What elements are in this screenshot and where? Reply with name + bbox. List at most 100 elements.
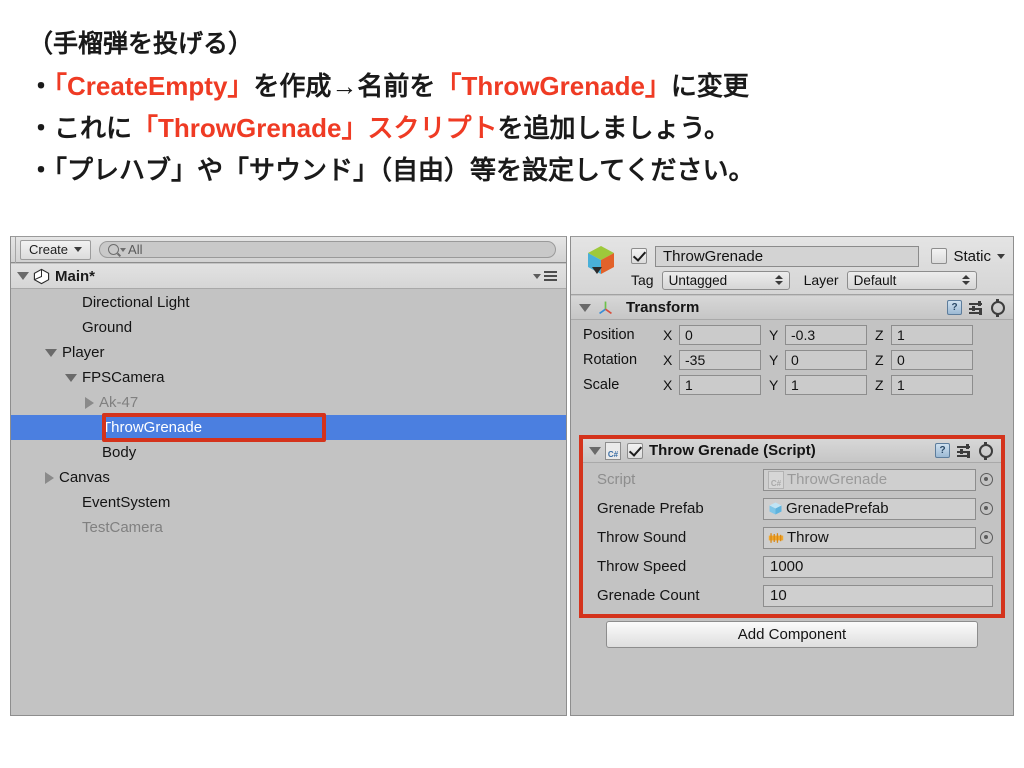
- transform-header[interactable]: Transform ?: [571, 296, 1013, 320]
- chevron-down-icon[interactable]: [45, 348, 57, 357]
- transform-header-icons: ?: [947, 298, 1005, 317]
- chevron-right-icon[interactable]: [85, 396, 94, 409]
- chevron-down-icon[interactable]: [17, 272, 29, 280]
- layer-value: Default: [853, 272, 897, 288]
- slide-text-segment: に変更: [670, 70, 749, 101]
- object-picker-icon[interactable]: [980, 473, 993, 486]
- object-picker-icon[interactable]: [980, 502, 993, 515]
- preset-icon[interactable]: [969, 300, 984, 315]
- unity-editor-window: Create All Main* Directional Light Ground…: [10, 236, 1014, 716]
- unity-logo-icon: [33, 268, 50, 284]
- tag-dropdown[interactable]: Untagged: [661, 270, 790, 290]
- transform-position-z-field[interactable]: 1: [891, 324, 973, 345]
- slide-line-3: ・これに「ThrowGrenade」スクリプトを追加しましょう。: [28, 107, 998, 149]
- slide-text-segment: ・: [28, 70, 55, 101]
- script-field-label: Throw Speed: [597, 558, 687, 575]
- script-field-value-throw-sound[interactable]: Throw: [763, 526, 976, 549]
- script-field-label: Script: [597, 471, 636, 488]
- script-field-throw-speed: Throw Speed 1000: [583, 552, 1001, 581]
- gameobject-name-field[interactable]: ThrowGrenade: [655, 245, 920, 267]
- chevron-down-icon[interactable]: [65, 373, 77, 382]
- hierarchy-item-label: EventSystem: [82, 494, 171, 511]
- script-field-text: 1000: [770, 558, 804, 575]
- tag-layer-row: Tag Untagged Layer Default: [631, 270, 1005, 290]
- script-field-text: ThrowGrenade: [787, 471, 888, 488]
- hierarchy-panel: Create All Main* Directional Light Ground…: [10, 236, 567, 716]
- script-field-script: Script C# ThrowGrenade: [583, 465, 1001, 494]
- static-checkbox[interactable]: [931, 248, 948, 264]
- script-field-label: Grenade Count: [597, 587, 700, 604]
- stepper-arrows-icon: [961, 275, 970, 285]
- gameobject-name-row: ThrowGrenade Static: [631, 245, 1005, 267]
- transform-component: Transform ? Position X 0 Y -0.3 Z 1 Rotation X -3…: [571, 296, 1013, 401]
- preset-icon[interactable]: [957, 443, 972, 458]
- gameobject-cube-icon: [588, 246, 614, 274]
- transform-row-position: Position X 0 Y -0.3 Z 1: [571, 322, 1013, 347]
- script-field-grenade-count: Grenade Count 10: [583, 581, 1001, 610]
- hierarchy-item-testcamera[interactable]: TestCamera: [11, 515, 566, 540]
- script-field-value-throw-speed[interactable]: 1000: [763, 555, 993, 578]
- hierarchy-item-list: Directional Light Ground Player FPSCamera Ak…: [11, 290, 566, 715]
- transform-scale-y-field[interactable]: 1: [785, 374, 867, 395]
- inspector-panel: ThrowGrenade Static Tag Untagged Layer D…: [570, 236, 1014, 716]
- add-component-row: Add Component: [571, 621, 1013, 648]
- hierarchy-item-directional-light[interactable]: Directional Light: [11, 290, 566, 315]
- hierarchy-item-label: TestCamera: [82, 519, 163, 536]
- add-component-button[interactable]: Add Component: [606, 621, 978, 648]
- help-icon[interactable]: ?: [947, 300, 962, 315]
- hierarchy-item-body[interactable]: Body: [11, 440, 566, 465]
- transform-rotation-z-field[interactable]: 0: [891, 349, 973, 370]
- script-header[interactable]: C# Throw Grenade (Script) ?: [583, 439, 1001, 463]
- scene-root-row[interactable]: Main*: [11, 264, 566, 289]
- hierarchy-item-canvas[interactable]: Canvas: [11, 465, 566, 490]
- hierarchy-item-ground[interactable]: Ground: [11, 315, 566, 340]
- transform-rotation-y-field[interactable]: 0: [785, 349, 867, 370]
- layer-dropdown[interactable]: Default: [846, 270, 977, 290]
- search-placeholder-text: All: [128, 242, 143, 257]
- script-field-value-grenade-count[interactable]: 10: [763, 584, 993, 607]
- script-enabled-checkbox[interactable]: [627, 442, 643, 459]
- hierarchy-item-label: Ak-47: [99, 394, 139, 411]
- slide-text-segment: を作成→名前を: [253, 70, 436, 101]
- help-icon[interactable]: ?: [935, 443, 950, 458]
- gear-icon[interactable]: [991, 298, 1005, 317]
- hierarchy-options-icon[interactable]: [533, 271, 557, 281]
- transform-rotation-x-field[interactable]: -35: [679, 349, 761, 370]
- search-input[interactable]: All: [99, 241, 556, 258]
- script-field-value-script[interactable]: C# ThrowGrenade: [763, 468, 976, 491]
- transform-rows: Position X 0 Y -0.3 Z 1 Rotation X -35 Y 0 Z 0 Scale X 1…: [571, 320, 1013, 401]
- slide-text-segment: 「CreateEmpty」: [54, 70, 254, 101]
- script-field-text: Throw: [787, 529, 829, 546]
- cs-file-icon: C#: [605, 441, 621, 460]
- chevron-right-icon[interactable]: [45, 471, 54, 484]
- create-button[interactable]: Create: [20, 239, 92, 260]
- script-field-value-grenade-prefab[interactable]: GrenadePrefab: [763, 497, 976, 520]
- slide-text-block: （手榴弾を投げる） ・「CreateEmpty」を作成→名前を「ThrowGre…: [28, 24, 998, 191]
- slide-text-segment: ・これに: [28, 112, 133, 143]
- transform-row-scale: Scale X 1 Y 1 Z 1: [571, 372, 1013, 397]
- static-toggle-group[interactable]: Static: [931, 248, 1005, 265]
- gear-icon[interactable]: [979, 441, 993, 460]
- hierarchy-item-ak-47[interactable]: Ak-47: [11, 390, 566, 415]
- hierarchy-item-player[interactable]: Player: [11, 340, 566, 365]
- chevron-down-icon[interactable]: [579, 303, 591, 312]
- transform-scale-x-field[interactable]: 1: [679, 374, 761, 395]
- chevron-down-icon[interactable]: [997, 253, 1005, 259]
- slide-text-segment: を追加しましょう。: [497, 112, 730, 143]
- axis-label-y: Y: [769, 326, 779, 343]
- transform-row-label: Rotation: [583, 351, 638, 368]
- prefab-cube-icon: [769, 502, 782, 515]
- slide-line-4: ・「プレハブ」や「サウンド」（自由）等を設定してください。: [28, 149, 998, 191]
- chevron-down-icon[interactable]: [589, 446, 601, 455]
- cs-file-icon: C#: [768, 470, 784, 489]
- hierarchy-item-eventsystem[interactable]: EventSystem: [11, 490, 566, 515]
- hierarchy-item-fpscamera[interactable]: FPSCamera: [11, 365, 566, 390]
- layer-label: Layer: [803, 272, 839, 288]
- transform-scale-z-field[interactable]: 1: [891, 374, 973, 395]
- gameobject-enabled-checkbox[interactable]: [631, 248, 647, 264]
- transform-position-x-field[interactable]: 0: [679, 324, 761, 345]
- object-picker-icon[interactable]: [980, 531, 993, 544]
- transform-position-y-field[interactable]: -0.3: [785, 324, 867, 345]
- stepper-arrows-icon: [774, 275, 783, 285]
- script-field-text: GrenadePrefab: [786, 500, 889, 517]
